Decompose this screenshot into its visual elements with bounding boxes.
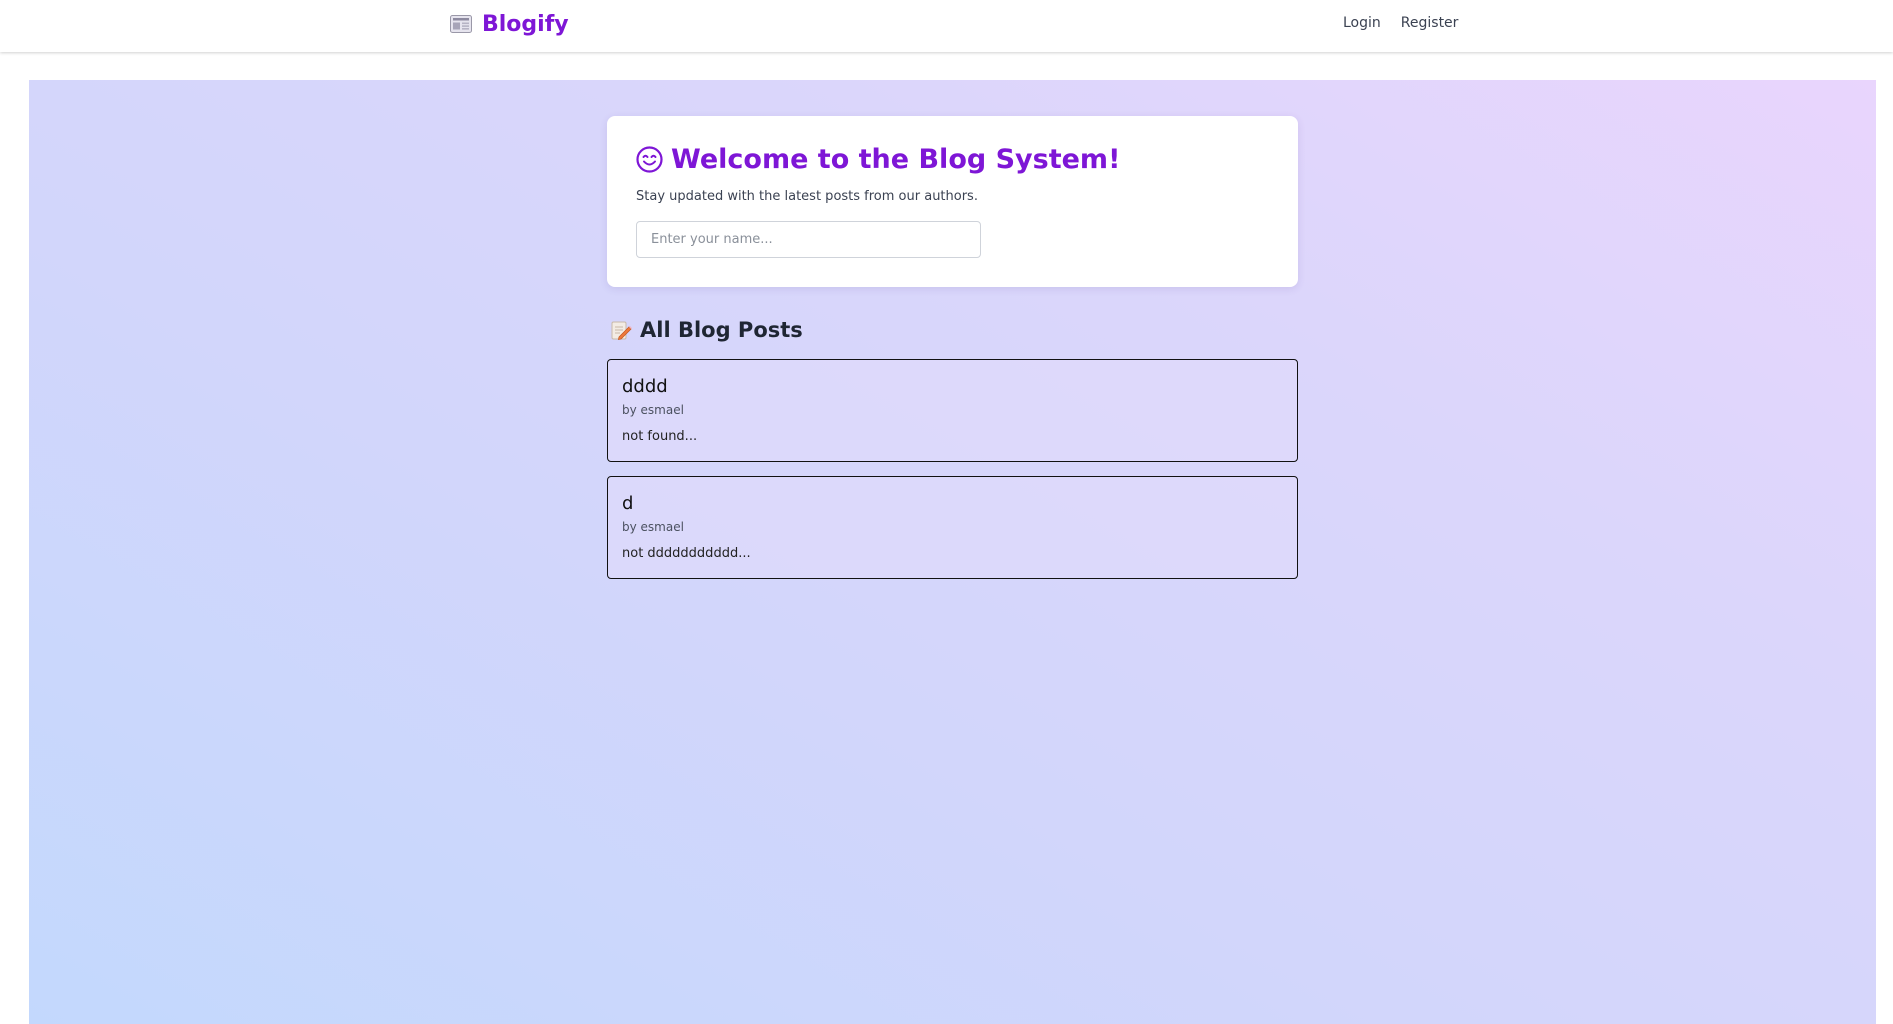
- brand[interactable]: Blogify: [450, 10, 569, 38]
- welcome-title: Welcome to the Blog System!: [671, 144, 1121, 175]
- login-link[interactable]: Login: [1343, 15, 1381, 31]
- posts-heading: All Blog Posts: [640, 318, 803, 342]
- post-author: by esmael: [622, 520, 684, 534]
- post-excerpt: not found...: [622, 429, 698, 444]
- newspaper-icon: [450, 15, 472, 33]
- post-title: d: [622, 493, 634, 514]
- post-title: dddd: [622, 376, 668, 397]
- welcome-card: Welcome to the Blog System! Stay updated…: [607, 116, 1298, 287]
- brand-name: Blogify: [482, 11, 569, 37]
- post-card[interactable]: d by esmael not ddddddddddd...: [607, 476, 1298, 579]
- nav-links: Login Register: [1343, 15, 1458, 31]
- name-input[interactable]: [636, 221, 981, 258]
- welcome-title-row: Welcome to the Blog System!: [636, 144, 1120, 175]
- welcome-subtitle: Stay updated with the latest posts from …: [636, 189, 978, 204]
- post-author: by esmael: [622, 403, 684, 417]
- posts-heading-row: All Blog Posts: [610, 318, 803, 342]
- post-card[interactable]: dddd by esmael not found...: [607, 359, 1298, 462]
- memo-icon: [610, 319, 632, 341]
- top-navbar: Blogify Login Register: [0, 0, 1893, 52]
- register-link[interactable]: Register: [1401, 15, 1459, 31]
- post-excerpt: not ddddddddddd...: [622, 546, 751, 561]
- smiling-face-icon: [636, 146, 663, 173]
